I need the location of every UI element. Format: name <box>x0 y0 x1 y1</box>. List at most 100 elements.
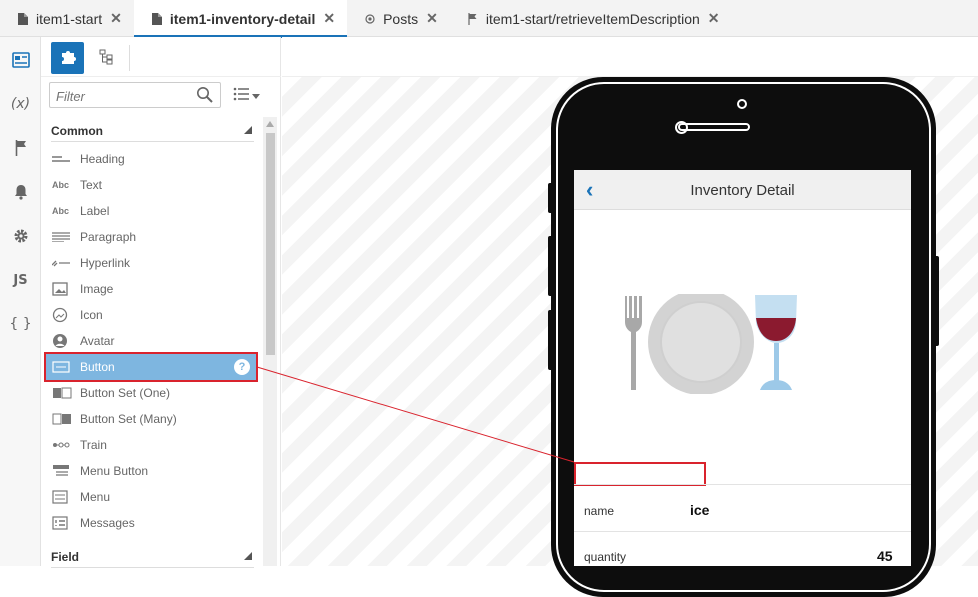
item-label: Button Set (One) <box>80 386 171 400</box>
close-icon[interactable]: ✕ <box>426 10 438 27</box>
palette-scrollbar[interactable] <box>263 117 277 566</box>
section-common[interactable]: Common <box>51 120 254 142</box>
item-label: Label <box>80 204 110 218</box>
menu-button-icon <box>52 464 80 478</box>
palette-item-button-set-many[interactable]: Button Set (Many) <box>46 406 256 432</box>
paragraph-icon <box>52 232 80 242</box>
close-icon[interactable]: ✕ <box>110 10 122 27</box>
phone-camera <box>737 99 747 109</box>
gear-icon[interactable] <box>0 224 41 248</box>
palette-item-train[interactable]: Train <box>46 432 256 458</box>
field-label-name: name <box>584 504 615 518</box>
components-tab-button[interactable] <box>51 42 84 74</box>
view-options-menu[interactable] <box>233 87 260 104</box>
filter-box <box>49 82 221 108</box>
item-label: Heading <box>80 152 125 166</box>
palette-item-text[interactable]: Abc Text <box>46 172 256 198</box>
plate-icon <box>648 289 754 395</box>
scrollbar-thumb[interactable] <box>266 133 275 355</box>
label-icon: Abc <box>52 206 70 216</box>
palette-item-label[interactable]: Abc Label <box>46 198 256 224</box>
phone-speaker <box>678 123 750 131</box>
tab-label: item1-inventory-detail <box>169 10 316 27</box>
icon-icon <box>52 307 80 323</box>
editor-tab-bar: item1-start ✕ item1-inventory-detail ✕ P… <box>0 0 978 38</box>
js-icon[interactable]: JS <box>0 268 41 292</box>
chevron-down-icon <box>252 89 260 103</box>
palette-item-button-set-one[interactable]: Button Set (One) <box>46 380 256 406</box>
section-title: Common <box>51 123 103 138</box>
list-view-icon <box>233 87 249 104</box>
train-icon <box>52 441 80 449</box>
structure-tab-button[interactable] <box>89 42 122 74</box>
scroll-up-icon[interactable] <box>266 121 274 127</box>
palette-item-icon[interactable]: Icon <box>46 302 256 328</box>
item-label: Image <box>80 282 114 296</box>
palette-toolbar <box>41 37 281 77</box>
filter-input[interactable] <box>56 87 186 105</box>
menu-icon <box>52 490 80 504</box>
flag-icon <box>466 12 480 25</box>
puzzle-icon <box>60 49 76 68</box>
components-icon[interactable] <box>0 48 41 72</box>
section-title: Field <box>51 549 80 564</box>
palette-item-paragraph[interactable]: Paragraph <box>46 224 256 250</box>
toolbar-divider <box>129 45 130 71</box>
item-label: Menu <box>80 490 111 504</box>
field-value-name[interactable]: ice <box>690 502 709 518</box>
button-set-one-icon <box>52 387 80 399</box>
page-header: ‹ Inventory Detail <box>574 170 911 210</box>
item-label: Hyperlink <box>80 256 131 270</box>
palette-item-menu-button[interactable]: Menu Button <box>46 458 256 484</box>
tab-retrieve-item-description[interactable]: item1-start/retrieveItemDescription ✕ <box>450 0 732 37</box>
tab-label: Posts <box>383 10 419 27</box>
variables-icon[interactable]: (x) <box>0 92 41 116</box>
designer-rail: (x) JS { } <box>0 37 41 566</box>
file-icon <box>150 12 164 25</box>
close-icon[interactable]: ✕ <box>323 10 335 27</box>
item-label: Button Set (Many) <box>80 412 177 426</box>
search-icon[interactable] <box>196 86 214 107</box>
avatar-icon <box>52 333 80 349</box>
item-label: Button <box>80 360 115 374</box>
section-field[interactable]: Field <box>51 546 254 568</box>
bell-icon[interactable] <box>0 180 41 204</box>
field-value-quantity[interactable]: 45 <box>877 548 893 564</box>
text-icon: Abc <box>52 180 70 190</box>
divider <box>574 484 911 485</box>
palette-item-image[interactable]: Image <box>46 276 256 302</box>
help-icon[interactable]: ? <box>234 359 250 375</box>
palette-item-button[interactable]: Button ? <box>44 352 258 382</box>
item-label: Paragraph <box>80 230 137 244</box>
button-drop-target[interactable] <box>574 462 706 486</box>
palette-item-menu[interactable]: Menu <box>46 484 256 510</box>
tab-item1-start[interactable]: item1-start ✕ <box>0 0 134 37</box>
page-title: Inventory Detail <box>690 182 795 199</box>
item-label: Text <box>80 178 103 192</box>
item-label: Train <box>80 438 107 452</box>
field-label-quantity: quantity <box>584 550 627 564</box>
circle-dot-icon <box>363 13 377 24</box>
item-label: Avatar <box>80 334 115 348</box>
palette-item-avatar[interactable]: Avatar <box>46 328 256 354</box>
button-icon <box>52 361 80 373</box>
tab-posts[interactable]: Posts ✕ <box>347 0 450 37</box>
canvas-toolbar <box>282 37 978 77</box>
collapse-icon <box>244 126 252 134</box>
collapse-icon <box>244 552 252 560</box>
palette-item-heading[interactable]: Heading <box>46 146 256 172</box>
phone-screen: ‹ Inventory Detail name ice quantity 45 <box>574 170 911 566</box>
item-label: Menu Button <box>80 464 149 478</box>
heading-icon <box>52 155 80 163</box>
tree-structure-icon <box>99 49 113 68</box>
palette-item-messages[interactable]: Messages <box>46 510 256 536</box>
components-palette: Common Heading Abc Text Abc Label Paragr… <box>41 37 281 568</box>
palette-item-hyperlink[interactable]: Hyperlink <box>46 250 256 276</box>
item-label: Icon <box>80 308 103 322</box>
button-set-many-icon <box>52 413 80 425</box>
close-icon[interactable]: ✕ <box>708 10 720 27</box>
dining-illustration <box>618 289 808 397</box>
tab-item1-inventory-detail[interactable]: item1-inventory-detail ✕ <box>133 0 348 38</box>
flag-icon[interactable] <box>0 136 41 160</box>
braces-icon[interactable]: { } <box>0 312 41 336</box>
